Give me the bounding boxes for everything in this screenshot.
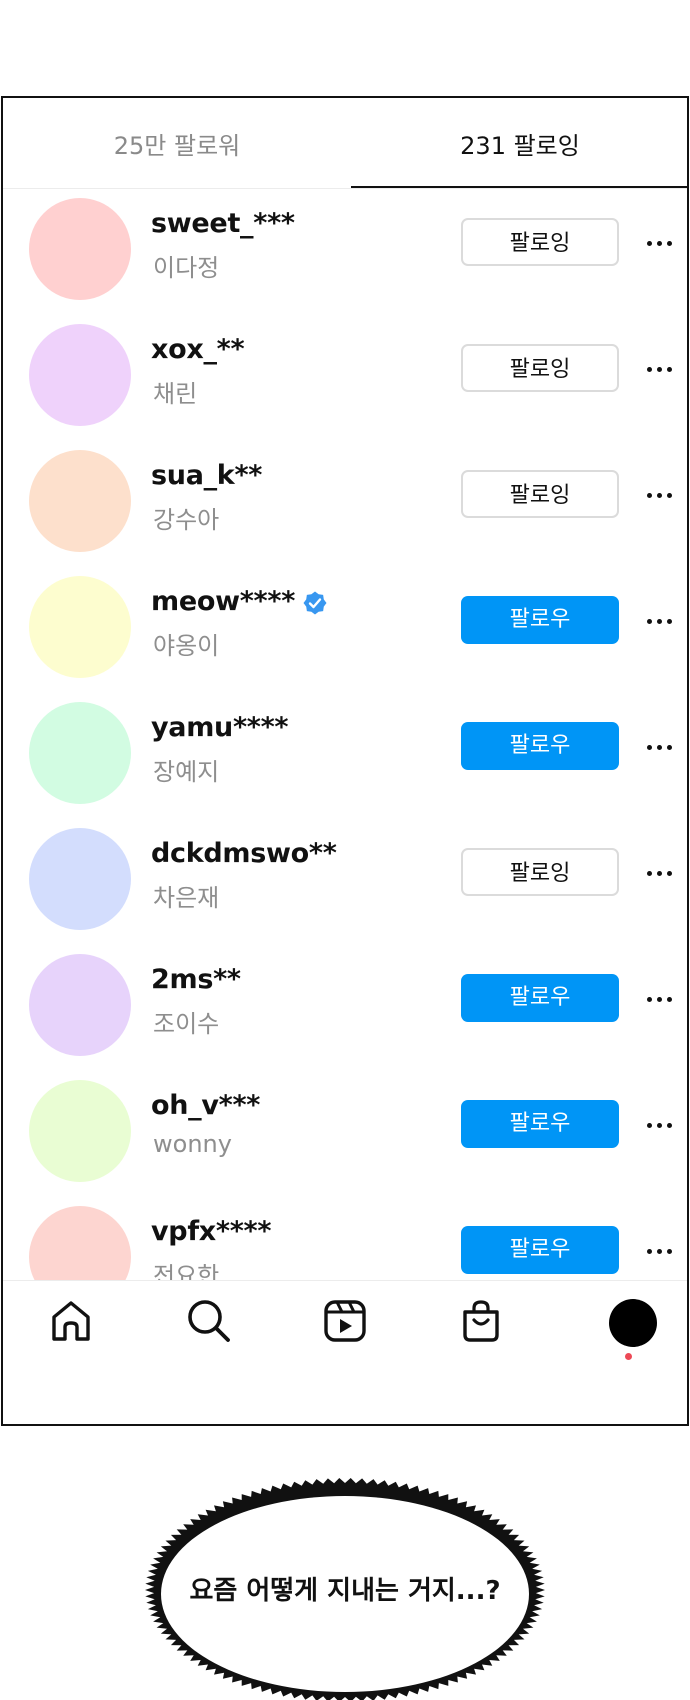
username-text[interactable]: oh_v*** bbox=[151, 1090, 260, 1121]
username[interactable]: oh_v*** bbox=[151, 1090, 260, 1121]
full-name: 채린 bbox=[153, 380, 198, 408]
verified-badge-icon bbox=[303, 591, 327, 614]
username[interactable]: sua_k** bbox=[151, 460, 262, 491]
following-list[interactable]: sweet_*** 이다정 팔로잉 xox_** 채린 팔로잉 sua_k** 강수아 팔로잉 m… bbox=[3, 190, 687, 1400]
following-button[interactable]: 팔로잉 bbox=[461, 218, 619, 266]
username-text[interactable]: yamu**** bbox=[151, 712, 289, 743]
more-options-icon[interactable] bbox=[645, 732, 675, 762]
username-text[interactable]: sua_k** bbox=[151, 460, 262, 491]
shop-icon[interactable] bbox=[455, 1295, 507, 1347]
follow-button[interactable]: 팔로우 bbox=[461, 596, 619, 644]
full-name: 야옹이 bbox=[153, 632, 220, 660]
follow-tabs: 25만 팔로워 231 팔로잉 bbox=[3, 98, 687, 189]
username-text[interactable]: 2ms** bbox=[151, 964, 241, 995]
follow-button[interactable]: 팔로우 bbox=[461, 1226, 619, 1274]
speech-bubble-text: 요즘 어떻게 지내는 거지...? bbox=[189, 1576, 501, 1606]
username[interactable]: meow**** bbox=[151, 586, 327, 617]
username-text[interactable]: meow**** bbox=[151, 586, 295, 617]
list-item[interactable]: sua_k** 강수아 팔로잉 bbox=[3, 442, 687, 570]
avatar[interactable] bbox=[29, 702, 131, 804]
reels-icon[interactable] bbox=[319, 1295, 371, 1347]
follow-button[interactable]: 팔로우 bbox=[461, 1100, 619, 1148]
username[interactable]: sweet_*** bbox=[151, 208, 295, 239]
avatar[interactable] bbox=[29, 954, 131, 1056]
list-item[interactable]: sweet_*** 이다정 팔로잉 bbox=[3, 190, 687, 318]
more-options-icon[interactable] bbox=[645, 858, 675, 888]
full-name: 장예지 bbox=[153, 758, 220, 786]
list-item[interactable]: yamu**** 장예지 팔로우 bbox=[3, 694, 687, 822]
full-name: 조이수 bbox=[153, 1010, 220, 1038]
username-text[interactable]: dckdmswo** bbox=[151, 838, 337, 869]
list-item[interactable]: 2ms** 조이수 팔로우 bbox=[3, 946, 687, 1074]
phone-frame: 25만 팔로워 231 팔로잉 sweet_*** 이다정 팔로잉 xox_** 채린 팔… bbox=[1, 96, 689, 1426]
more-options-icon[interactable] bbox=[645, 354, 675, 384]
full-name: wonny bbox=[153, 1130, 232, 1158]
full-name: 차은재 bbox=[153, 884, 220, 912]
full-name: 강수아 bbox=[153, 506, 220, 534]
avatar[interactable] bbox=[29, 576, 131, 678]
home-icon[interactable] bbox=[45, 1295, 97, 1347]
avatar[interactable] bbox=[29, 828, 131, 930]
list-item[interactable]: oh_v***wonny 팔로우 bbox=[3, 1072, 687, 1200]
username-text[interactable]: xox_** bbox=[151, 334, 245, 365]
following-button[interactable]: 팔로잉 bbox=[461, 848, 619, 896]
more-options-icon[interactable] bbox=[645, 1236, 675, 1266]
active-tab-indicator bbox=[351, 186, 687, 188]
full-name: 이다정 bbox=[153, 254, 220, 282]
avatar[interactable] bbox=[29, 324, 131, 426]
more-options-icon[interactable] bbox=[645, 228, 675, 258]
more-options-icon[interactable] bbox=[645, 480, 675, 510]
bottom-navigation bbox=[3, 1280, 687, 1424]
avatar[interactable] bbox=[29, 198, 131, 300]
avatar[interactable] bbox=[29, 450, 131, 552]
list-item[interactable]: meow**** 야옹이 팔로우 bbox=[3, 568, 687, 696]
more-options-icon[interactable] bbox=[645, 1110, 675, 1140]
notification-dot bbox=[625, 1353, 632, 1360]
username[interactable]: 2ms** bbox=[151, 964, 241, 995]
follow-button[interactable]: 팔로우 bbox=[461, 722, 619, 770]
search-icon[interactable] bbox=[183, 1295, 235, 1347]
list-item[interactable]: dckdmswo** 차은재 팔로잉 bbox=[3, 820, 687, 948]
following-button[interactable]: 팔로잉 bbox=[461, 470, 619, 518]
follow-button[interactable]: 팔로우 bbox=[461, 974, 619, 1022]
username[interactable]: xox_** bbox=[151, 334, 245, 365]
username[interactable]: vpfx**** bbox=[151, 1216, 271, 1247]
list-item[interactable]: xox_** 채린 팔로잉 bbox=[3, 316, 687, 444]
following-button[interactable]: 팔로잉 bbox=[461, 344, 619, 392]
more-options-icon[interactable] bbox=[645, 984, 675, 1014]
tab-followers[interactable]: 25만 팔로워 bbox=[3, 98, 351, 188]
username[interactable]: yamu**** bbox=[151, 712, 289, 743]
tab-following[interactable]: 231 팔로잉 bbox=[351, 98, 687, 188]
profile-avatar[interactable] bbox=[609, 1299, 657, 1347]
username-text[interactable]: vpfx**** bbox=[151, 1216, 271, 1247]
username[interactable]: dckdmswo** bbox=[151, 838, 337, 869]
username-text[interactable]: sweet_*** bbox=[151, 208, 295, 239]
avatar[interactable] bbox=[29, 1080, 131, 1182]
more-options-icon[interactable] bbox=[645, 606, 675, 636]
